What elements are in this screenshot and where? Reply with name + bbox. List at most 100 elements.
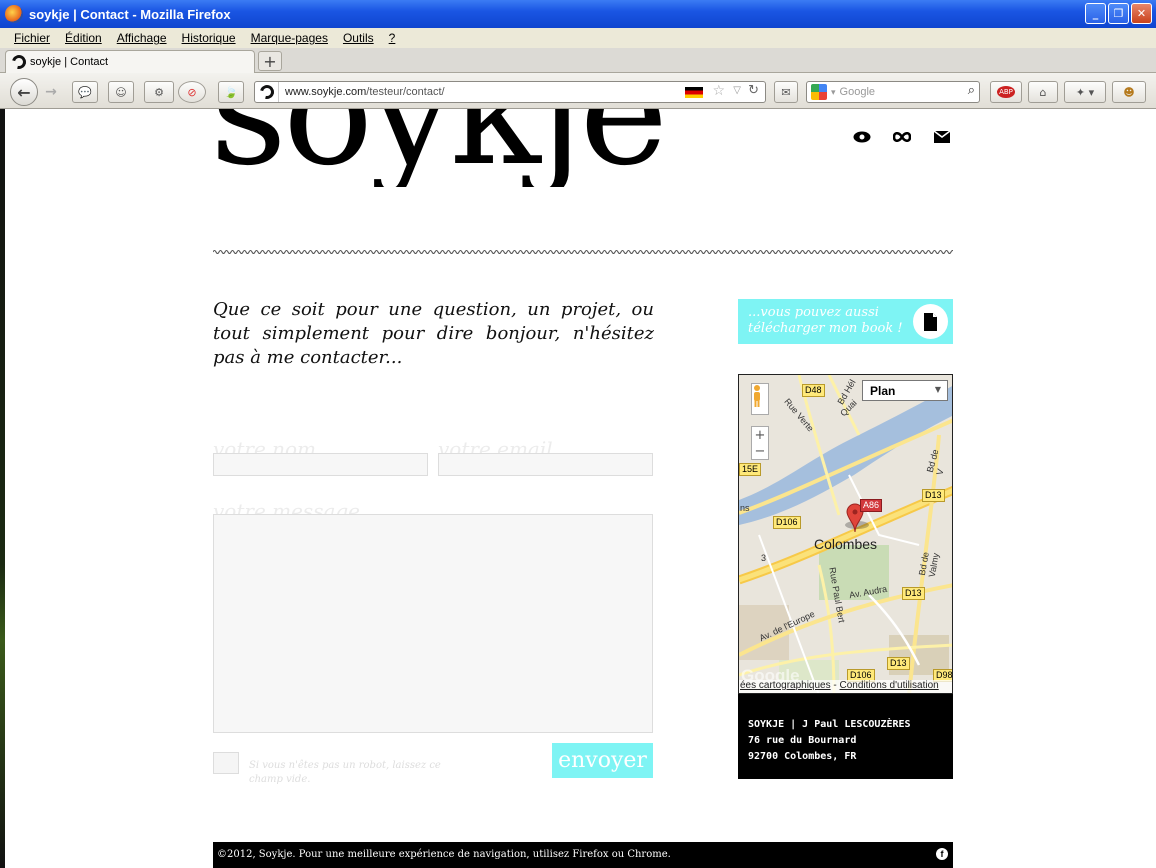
site-logo[interactable]: soykje <box>210 109 670 187</box>
url-path: /testeur/contact/ <box>366 86 445 98</box>
arrow-left-icon: ← <box>17 82 31 102</box>
speech-bubble-icon: 💬 <box>78 85 92 99</box>
tab-contact[interactable]: soykje | Contact <box>5 50 255 73</box>
extension-button[interactable]: ✦ ▾ <box>1064 81 1106 103</box>
firefox-icon <box>5 5 23 23</box>
download-book-link[interactable]: ...vous pouvez aussi télécharger mon boo… <box>738 299 953 344</box>
bookmark-star-icon[interactable]: ☆ <box>712 83 725 99</box>
google-icon[interactable] <box>811 84 827 100</box>
download-book-text: ...vous pouvez aussi télécharger mon boo… <box>748 305 903 336</box>
leaf-icon: 🍃 <box>224 85 238 99</box>
greasemonkey-button[interactable]: ☻ <box>1112 81 1146 103</box>
gear-icon: ⚙ <box>154 85 164 99</box>
addon-button[interactable]: ☺ <box>108 81 134 103</box>
abp-icon: ABP <box>997 86 1015 98</box>
envelope-icon[interactable] <box>933 128 951 146</box>
wavy-divider <box>213 249 953 255</box>
menu-historique[interactable]: Historique <box>182 31 236 45</box>
window-titlebar: soykje | Contact - Mozilla Firefox _ ❐ ✕ <box>0 0 1156 28</box>
logo-container: soykje <box>0 109 1156 209</box>
addon-dropdown-button[interactable]: ⚙ <box>144 81 174 103</box>
search-engine-dropdown-icon[interactable]: ▾ <box>831 87 836 98</box>
map-type-value: Plan <box>870 384 896 398</box>
home-icon: ⌂ <box>1039 85 1047 99</box>
map-label-ns: ns <box>740 503 750 513</box>
address-line-3: 92700 Colombes, FR <box>748 751 857 762</box>
map-tiles <box>739 375 952 693</box>
map-type-select[interactable]: Plan ▼ <box>862 380 948 401</box>
menu-marque-pages[interactable]: Marque-pages <box>251 31 328 45</box>
site-identity-button[interactable] <box>255 82 279 102</box>
puzzle-icon: ✦ ▾ <box>1075 85 1095 99</box>
page-footer: ©2012, Soykje. Pour une meilleure expéri… <box>213 842 953 868</box>
menu-bar: Fichier Édition Affichage Historique Mar… <box>0 28 1156 48</box>
map-label-d13-c: D13 <box>887 657 910 670</box>
smiley-icon: ☺ <box>115 85 127 99</box>
name-input[interactable] <box>213 453 428 476</box>
map-label-d48: D48 <box>802 384 825 397</box>
leaf-button[interactable]: 🍃 <box>218 81 244 103</box>
address-bar[interactable]: www.soykje.com/testeur/contact/ ☆ ▽ ↻ <box>254 81 766 103</box>
tab-bar: soykje | Contact + <box>0 48 1156 73</box>
search-bar[interactable]: ▾ Google ⌕ <box>806 81 980 103</box>
soykje-favicon-icon <box>9 52 29 72</box>
facebook-icon[interactable]: f <box>936 848 948 860</box>
robot-check-input[interactable] <box>213 752 239 774</box>
chevron-down-icon: ▼ <box>934 385 941 394</box>
send-button[interactable]: envoyer <box>552 743 653 778</box>
menu-outils[interactable]: Outils <box>343 31 374 45</box>
window-title: soykje | Contact - Mozilla Firefox <box>29 6 231 22</box>
block-icon: ⊘ <box>187 85 197 99</box>
robot-hint: Si vous n'êtes pas un robot, laissez ce … <box>249 760 441 785</box>
arrow-right-icon: → <box>45 84 57 100</box>
google-map[interactable]: D48 Bd Hél Quai Rue Verte Bd de V 15E ns… <box>738 374 953 694</box>
menu-affichage[interactable]: Affichage <box>117 31 167 45</box>
map-attribution: ées cartographiques - Conditions d'utili… <box>739 680 952 693</box>
address-block: SOYKJE | J Paul LESCOUZÈRES 76 rue du Bo… <box>738 694 953 779</box>
envelope-icon: ✉ <box>781 85 791 99</box>
message-textarea[interactable] <box>213 514 653 733</box>
map-label-d13-b: D13 <box>902 587 925 600</box>
menu-help[interactable]: ? <box>389 31 396 45</box>
home-button[interactable]: ⌂ <box>1028 81 1058 103</box>
zoom-out-button[interactable]: − <box>755 445 766 458</box>
menu-edition[interactable]: Édition <box>65 31 102 45</box>
soykje-favicon-icon <box>256 82 277 102</box>
restore-button[interactable]: ❐ <box>1108 3 1129 24</box>
map-label-a86: A86 <box>860 499 883 512</box>
url-dropdown-icon[interactable]: ▽ <box>733 85 741 96</box>
header-nav <box>853 128 951 146</box>
eye-icon[interactable] <box>853 128 871 146</box>
mail-button[interactable]: ✉ <box>774 81 798 103</box>
map-label-15e: 15E <box>739 463 762 476</box>
menu-fichier[interactable]: Fichier <box>14 31 50 45</box>
map-zoom-control: + − <box>751 426 769 460</box>
map-city-label: Colombes <box>814 536 878 552</box>
attribution-separator: - <box>830 680 840 691</box>
search-input[interactable]: Google <box>840 86 875 98</box>
navigation-toolbar: ← → 💬 ☺ ⚙ ⊘ 🍃 www.soykje.com/testeur/con… <box>0 73 1156 109</box>
german-flag-icon <box>685 87 703 98</box>
document-icon <box>913 304 948 339</box>
pegman-icon[interactable] <box>751 383 769 415</box>
search-icon[interactable]: ⌕ <box>968 83 975 98</box>
zoom-in-button[interactable]: + <box>755 429 766 442</box>
monkey-icon: ☻ <box>1123 85 1135 99</box>
footer-text: ©2012, Soykje. Pour une meilleure expéri… <box>217 849 671 860</box>
infinity-icon[interactable] <box>893 128 911 146</box>
adblock-button[interactable]: ⊘ <box>178 81 206 103</box>
reload-icon[interactable]: ↻ <box>748 83 759 98</box>
adblock-plus-button[interactable]: ABP <box>990 81 1022 103</box>
minimize-button[interactable]: _ <box>1085 3 1106 24</box>
tab-title: soykje | Contact <box>30 56 109 68</box>
map-terms-link[interactable]: Conditions d'utilisation <box>840 680 939 691</box>
forward-button[interactable]: → <box>40 82 62 102</box>
email-input[interactable] <box>438 453 653 476</box>
map-label-3: 3 <box>761 553 767 563</box>
back-button[interactable]: ← <box>10 78 38 106</box>
map-data-link[interactable]: ées cartographiques <box>740 680 831 691</box>
close-button[interactable]: ✕ <box>1131 3 1152 24</box>
new-tab-button[interactable]: + <box>258 51 282 71</box>
address-line-1: SOYKJE | J Paul LESCOUZÈRES <box>748 719 911 730</box>
speech-bubble-button[interactable]: 💬 <box>72 81 98 103</box>
